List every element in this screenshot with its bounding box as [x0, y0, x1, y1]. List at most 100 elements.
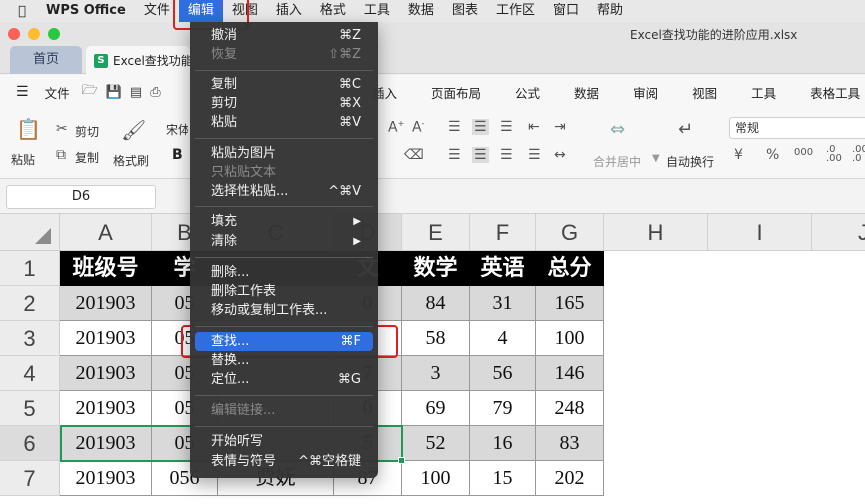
menu-item-paste-as-picture[interactable]: 粘贴为图片 — [195, 144, 373, 163]
column-header-g[interactable]: G — [536, 214, 604, 251]
select-all-corner[interactable] — [0, 214, 60, 251]
merge-dropdown-icon[interactable]: ▼ — [652, 153, 660, 164]
menu-window[interactable]: 窗口 — [544, 0, 588, 22]
table-cell[interactable]: 100 — [402, 461, 470, 496]
table-cell[interactable]: 56 — [470, 356, 536, 391]
save-icon[interactable]: 💾 — [102, 85, 126, 100]
align-left-icon[interactable]: ☰ — [448, 147, 461, 163]
menu-item-clear[interactable]: 清除 ▶ — [195, 232, 373, 251]
format-painter-icon[interactable]: 🖌 — [121, 118, 146, 142]
indent-increase-icon[interactable]: ⇥ — [554, 119, 566, 135]
header-cell[interactable]: 班级号 — [60, 251, 152, 286]
table-cell[interactable]: 83 — [536, 426, 604, 461]
table-cell[interactable]: 58 — [402, 321, 470, 356]
paste-icon[interactable]: 📋 — [16, 117, 41, 141]
table-cell[interactable]: 202 — [536, 461, 604, 496]
merge-center-icon[interactable]: ⇔ — [610, 119, 625, 140]
menu-item-paste-text-only[interactable]: 只粘贴文本 — [195, 163, 373, 182]
print-icon[interactable]: ⎙ — [146, 85, 164, 100]
column-header-i[interactable]: I — [708, 214, 812, 251]
row-header-7[interactable]: 7 — [0, 461, 60, 496]
menu-item-delete[interactable]: 删除... — [195, 263, 373, 282]
menu-item-fill[interactable]: 填充 ▶ — [195, 212, 373, 231]
table-cell[interactable]: 201903 — [60, 391, 152, 426]
menu-item-emoji-symbols[interactable]: 表情与符号 ^⌘空格键 — [195, 452, 373, 471]
row-header-6[interactable]: 6 — [0, 426, 60, 461]
table-cell[interactable]: 4 — [470, 321, 536, 356]
table-cell[interactable]: 69 — [402, 391, 470, 426]
scissors-icon[interactable]: ✂ — [56, 121, 68, 137]
table-cell[interactable]: 165 — [536, 286, 604, 321]
row-header-3[interactable]: 3 — [0, 321, 60, 356]
menu-item-find[interactable]: 查找... ⌘F — [195, 332, 373, 351]
menu-item-goto[interactable]: 定位... ⌘G — [195, 370, 373, 389]
table-cell[interactable]: 52 — [402, 426, 470, 461]
app-menu[interactable]: WPS Office — [42, 0, 135, 22]
table-cell[interactable]: 201903 — [60, 286, 152, 321]
tab-page-layout[interactable]: 页面布局 — [431, 83, 481, 102]
zoom-window-icon[interactable] — [48, 28, 60, 40]
menu-chart[interactable]: 图表 — [443, 0, 487, 22]
row-header-5[interactable]: 5 — [0, 391, 60, 426]
menu-view[interactable]: 视图 — [223, 0, 267, 22]
justify-icon[interactable]: ☰ — [528, 147, 541, 163]
menu-item-paste-special[interactable]: 选择性粘贴... ^⌘V — [195, 182, 373, 201]
menu-item-delete-sheet[interactable]: 删除工作表 — [195, 282, 373, 301]
indent-decrease-icon[interactable]: ⇤ — [528, 119, 540, 135]
menu-item-undo[interactable]: 撤消 ⌘Z — [195, 26, 373, 45]
currency-icon[interactable]: ¥ — [734, 147, 743, 163]
menu-item-copy[interactable]: 复制 ⌘C — [195, 75, 373, 94]
tab-tools[interactable]: 工具 — [751, 83, 776, 102]
align-top-icon[interactable]: ☰ — [448, 119, 461, 135]
row-header-4[interactable]: 4 — [0, 356, 60, 391]
table-cell[interactable]: 201903 — [60, 461, 152, 496]
menu-data[interactable]: 数据 — [399, 0, 443, 22]
column-header-e[interactable]: E — [402, 214, 470, 251]
menu-help[interactable]: 帮助 — [588, 0, 632, 22]
menu-format[interactable]: 格式 — [311, 0, 355, 22]
increase-decimal-icon[interactable]: .0.00 — [826, 145, 842, 164]
column-header-f[interactable]: F — [470, 214, 536, 251]
menu-item-paste[interactable]: 粘贴 ⌘V — [195, 113, 373, 132]
copy-icon[interactable]: ⧉ — [56, 147, 66, 163]
percent-icon[interactable]: % — [766, 147, 779, 163]
fill-handle[interactable] — [398, 457, 405, 464]
copy-button[interactable]: 复制 — [75, 149, 99, 166]
menu-item-move-copy-sheet[interactable]: 移动或复制工作表... — [195, 301, 373, 320]
decrease-decimal-icon[interactable]: .00.0 — [852, 145, 865, 164]
tab-review[interactable]: 审阅 — [633, 83, 658, 102]
tab-table-tools[interactable]: 表格工具 — [810, 83, 860, 102]
table-cell[interactable]: 79 — [470, 391, 536, 426]
merge-center-button[interactable]: 合并居中 — [593, 153, 641, 170]
table-cell[interactable]: 3 — [402, 356, 470, 391]
thousands-icon[interactable]: 000 — [794, 147, 813, 158]
distribute-icon[interactable]: ↔ — [554, 147, 566, 163]
wrap-text-button[interactable]: 自动换行 — [666, 153, 714, 170]
align-center-icon[interactable]: ☰ — [472, 147, 489, 163]
menu-insert[interactable]: 插入 — [267, 0, 311, 22]
menu-item-start-dictation[interactable]: 开始听写 — [195, 432, 373, 451]
header-cell[interactable]: 数学 — [402, 251, 470, 286]
eraser-icon[interactable]: ⌫ — [404, 147, 424, 163]
minimize-window-icon[interactable] — [28, 28, 40, 40]
table-cell[interactable]: 146 — [536, 356, 604, 391]
align-bottom-icon[interactable]: ☰ — [500, 119, 513, 135]
table-cell[interactable]: 248 — [536, 391, 604, 426]
header-cell[interactable]: 总分 — [536, 251, 604, 286]
menu-edit[interactable]: 编辑 — [178, 0, 223, 22]
close-window-icon[interactable] — [8, 28, 20, 40]
table-cell[interactable]: 201903 — [60, 356, 152, 391]
tab-home[interactable]: 首页 — [10, 46, 82, 74]
font-grow-icon[interactable]: A+ — [388, 119, 404, 136]
number-format-select[interactable]: 常规 — [729, 117, 865, 139]
apple-icon[interactable]:  — [14, 4, 30, 19]
name-box[interactable]: D6 — [6, 185, 156, 209]
open-folder-icon[interactable]: 🗁 — [78, 81, 102, 103]
table-cell[interactable]: 84 — [402, 286, 470, 321]
align-middle-icon[interactable]: ☰ — [472, 119, 489, 135]
menu-item-cut[interactable]: 剪切 ⌘X — [195, 94, 373, 113]
hamburger-icon[interactable]: ☰ — [16, 84, 29, 100]
row-header-1[interactable]: 1 — [0, 251, 60, 286]
menu-tools[interactable]: 工具 — [355, 0, 399, 22]
paste-button[interactable]: 粘贴 — [11, 151, 35, 168]
